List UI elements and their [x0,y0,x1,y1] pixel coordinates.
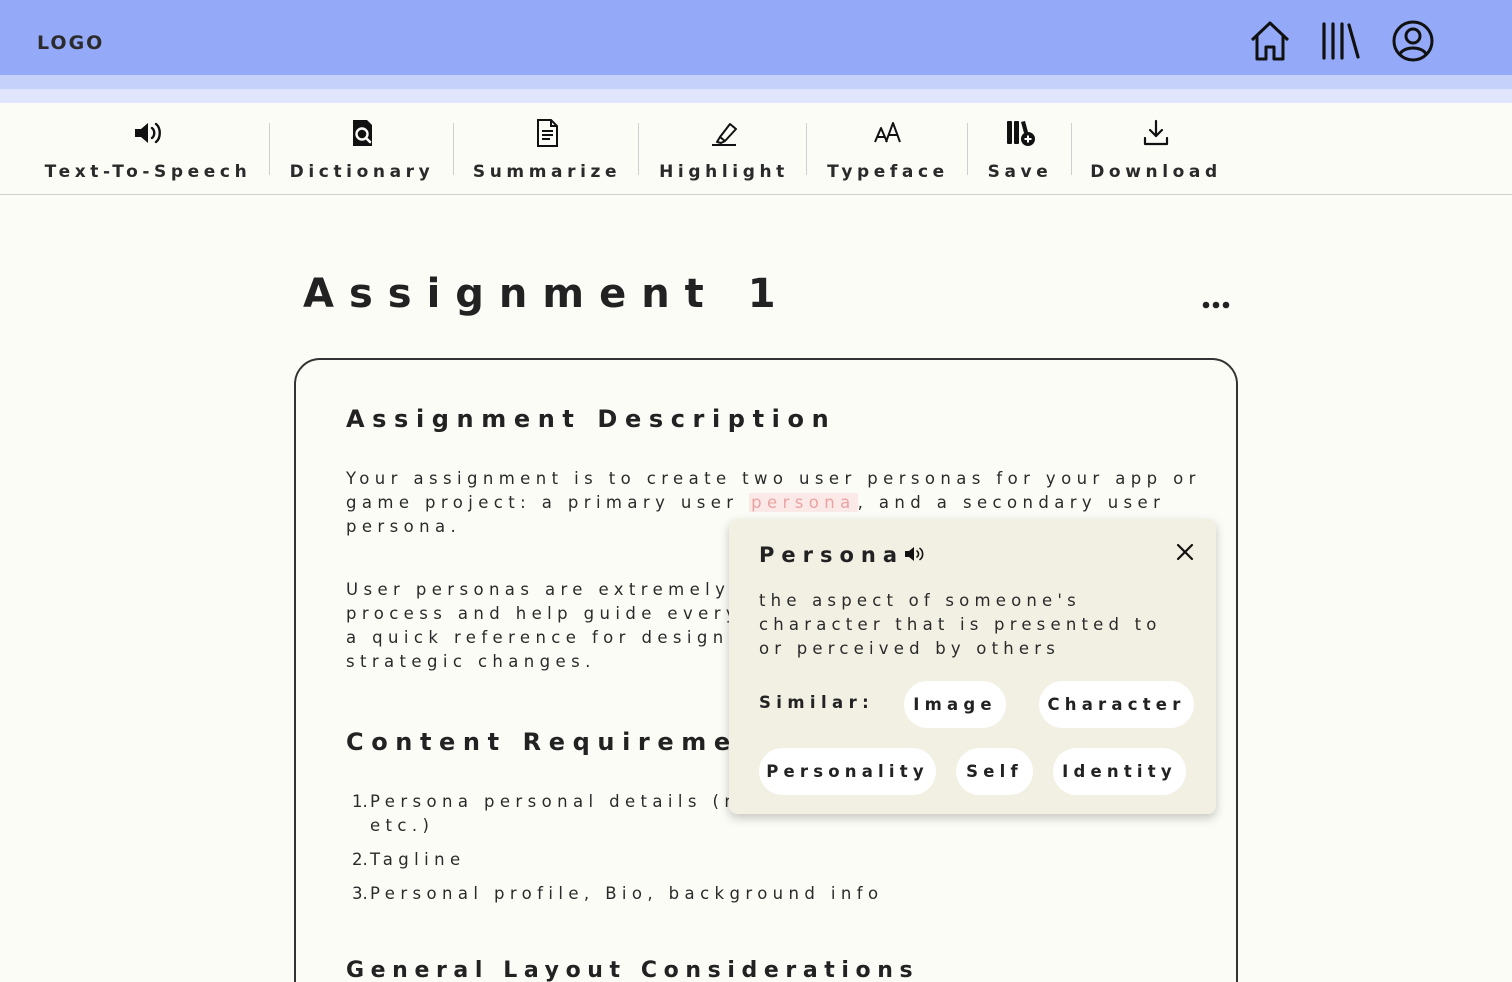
download-icon [1140,117,1172,149]
list-item: 1. Persona personal details (na etc.) [352,790,756,838]
highlighter-icon [708,117,740,149]
text-to-speech-button[interactable]: Text-To-Speech [38,103,258,195]
header-band-lower [0,89,1512,103]
list-number: 1. [352,792,368,811]
account-icon[interactable] [1390,18,1436,64]
text-to-speech-label: Text-To-Speech [44,162,252,182]
logo[interactable]: LOGO [37,32,104,54]
dictionary-icon [346,117,378,149]
requirements-heading: Content Requiremen [346,728,763,756]
similar-word-chip[interactable]: Self [956,748,1033,795]
typeface-icon [872,117,904,149]
similar-word-chip[interactable]: Identity [1053,748,1186,795]
typeface-button[interactable]: Typeface [820,103,956,195]
popup-definition: the aspect of someone's character that i… [759,591,1162,658]
dictionary-button[interactable]: Dictionary [282,103,442,195]
list-number: 3. [352,884,368,903]
close-icon[interactable] [1173,540,1197,564]
download-label: Download [1090,162,1222,182]
dictionary-popup: Persona the aspect of someone's characte… [729,519,1216,814]
highlighted-word[interactable]: persona [749,493,858,512]
layout-heading: General Layout Considerations [346,958,920,982]
list-text: Personal profile, Bio, background info [370,884,884,903]
summarize-button[interactable]: Summarize [466,103,628,195]
highlight-button[interactable]: Highlight [652,103,796,195]
toolbar-divider [967,123,968,175]
toolbar-divider [806,123,807,175]
typeface-label: Typeface [827,162,949,182]
speaker-icon[interactable] [903,544,925,564]
popup-word: Persona [759,543,905,567]
list-text: Tagline [370,850,466,869]
save-button[interactable]: Save [980,103,1060,195]
description-heading: Assignment Description [346,405,837,433]
page-title: Assignment 1 [303,271,791,317]
speaker-icon [132,117,164,149]
list-item: 2. Tagline [352,848,466,872]
summarize-label: Summarize [472,162,622,182]
dictionary-label: Dictionary [289,162,435,182]
toolbar-divider [269,123,270,175]
home-icon[interactable] [1247,18,1293,64]
similar-word-chip[interactable]: Image [904,681,1006,728]
save-library-icon [1004,117,1036,149]
list-number: 2. [352,850,368,869]
similar-word-chip[interactable]: Personality [759,748,936,795]
save-label: Save [987,162,1053,182]
similar-label: Similar: [759,693,875,712]
toolbar-divider [1071,123,1072,175]
toolbar: Text-To-Speech Dictionary Summarize High… [0,103,1512,195]
list-item: 3. Personal profile, Bio, background inf… [352,882,884,906]
toolbar-divider [638,123,639,175]
list-text: Persona personal details (na [370,792,756,811]
similar-word-chip[interactable]: Character [1039,681,1194,728]
more-options-icon[interactable] [1198,293,1234,317]
toolbar-divider [453,123,454,175]
document-icon [531,117,563,149]
highlight-label: Highlight [659,162,789,182]
library-icon[interactable] [1318,18,1364,64]
download-button[interactable]: Download [1086,103,1226,195]
list-text: etc.) [370,816,435,835]
